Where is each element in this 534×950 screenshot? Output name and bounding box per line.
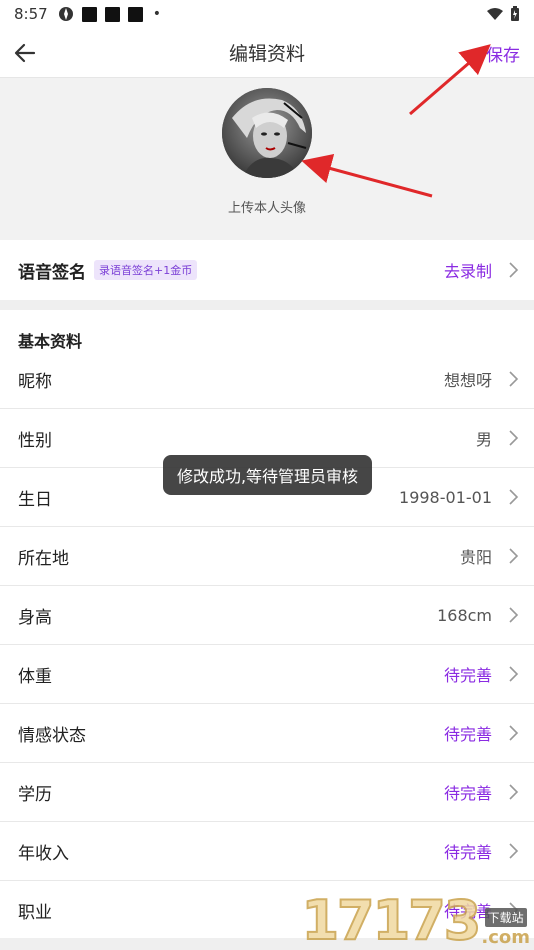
row-label: 情感状态: [18, 725, 86, 746]
watermark-number: 17173: [300, 889, 482, 950]
profile-row-height[interactable]: 身高 168cm: [0, 586, 534, 645]
watermark-cn: 下载站: [484, 908, 527, 927]
row-value: 贵阳: [459, 548, 492, 567]
row-label: 体重: [18, 666, 52, 687]
chevron-right-icon: [509, 371, 519, 387]
profile-row-nickname[interactable]: 昵称 想想呀: [0, 350, 534, 409]
profile-row-location[interactable]: 所在地 贵阳: [0, 527, 534, 586]
chevron-right-icon: [509, 262, 519, 278]
row-value: 168cm: [437, 605, 492, 625]
status-time: 8:57: [14, 5, 48, 23]
notification-icon: [104, 6, 120, 22]
watermark-domain: .com: [481, 927, 530, 948]
voice-signature-label: 语音签名: [18, 262, 86, 283]
row-label: 所在地: [18, 548, 69, 569]
app-notification-icon: [58, 7, 73, 21]
profile-row-income[interactable]: 年收入 待完善: [0, 822, 534, 881]
row-label: 职业: [18, 902, 52, 923]
row-value: 待完善: [443, 666, 492, 685]
notification-icon: [81, 6, 97, 22]
profile-row-weight[interactable]: 体重 待完善: [0, 645, 534, 704]
chevron-right-icon: [509, 548, 519, 564]
row-label: 性别: [18, 430, 52, 451]
row-label: 生日: [18, 489, 52, 510]
section-divider: [0, 300, 534, 310]
chevron-right-icon: [509, 489, 519, 505]
avatar-section: 上传本人头像: [0, 78, 534, 240]
row-value: 待完善: [443, 725, 492, 744]
wifi-icon: [487, 8, 503, 20]
page-title: 编辑资料: [228, 43, 305, 65]
nav-bar: 编辑资料 保存: [0, 28, 534, 78]
profile-row-education[interactable]: 学历 待完善: [0, 763, 534, 822]
chevron-right-icon: [509, 784, 519, 800]
row-value: 想想呀: [443, 371, 492, 390]
chevron-right-icon: [509, 843, 519, 859]
row-value: 男: [475, 430, 492, 449]
save-button[interactable]: 保存: [486, 41, 520, 66]
row-value: 待完善: [443, 784, 492, 803]
row-value: 待完善: [443, 843, 492, 862]
avatar[interactable]: [222, 88, 312, 178]
row-label: 学历: [18, 784, 52, 805]
chevron-right-icon: [509, 725, 519, 741]
row-label: 昵称: [18, 371, 52, 392]
chevron-right-icon: [509, 666, 519, 682]
profile-row-relationship[interactable]: 情感状态 待完善: [0, 704, 534, 763]
profile-list: 昵称 想想呀 性别 男 生日 1998-01-01 所在地 贵阳 身高 168c…: [0, 350, 534, 940]
site-watermark-logo: 17173 下载站 .com: [300, 889, 530, 950]
row-value: 1998-01-01: [399, 487, 492, 507]
battery-icon: [511, 6, 519, 21]
row-label: 身高: [18, 607, 52, 628]
status-bar: 8:57 •: [0, 0, 534, 28]
avatar-upload-hint: 上传本人头像: [227, 201, 306, 216]
back-arrow-icon[interactable]: [12, 40, 38, 66]
record-voice-link[interactable]: 去录制: [444, 258, 492, 282]
avatar-image: [222, 88, 312, 178]
toast-message: 修改成功,等待管理员审核: [163, 455, 372, 495]
voice-signature-row[interactable]: 语音签名 录语音签名+1金币 去录制: [0, 240, 534, 300]
chevron-right-icon: [509, 430, 519, 446]
basic-info-heading: 基本资料: [18, 332, 83, 351]
chevron-right-icon: [509, 607, 519, 623]
row-label: 年收入: [18, 843, 69, 864]
more-notifications-icon: •: [152, 6, 161, 22]
voice-reward-badge: 录语音签名+1金币: [94, 260, 198, 280]
notification-icon: [127, 6, 143, 22]
